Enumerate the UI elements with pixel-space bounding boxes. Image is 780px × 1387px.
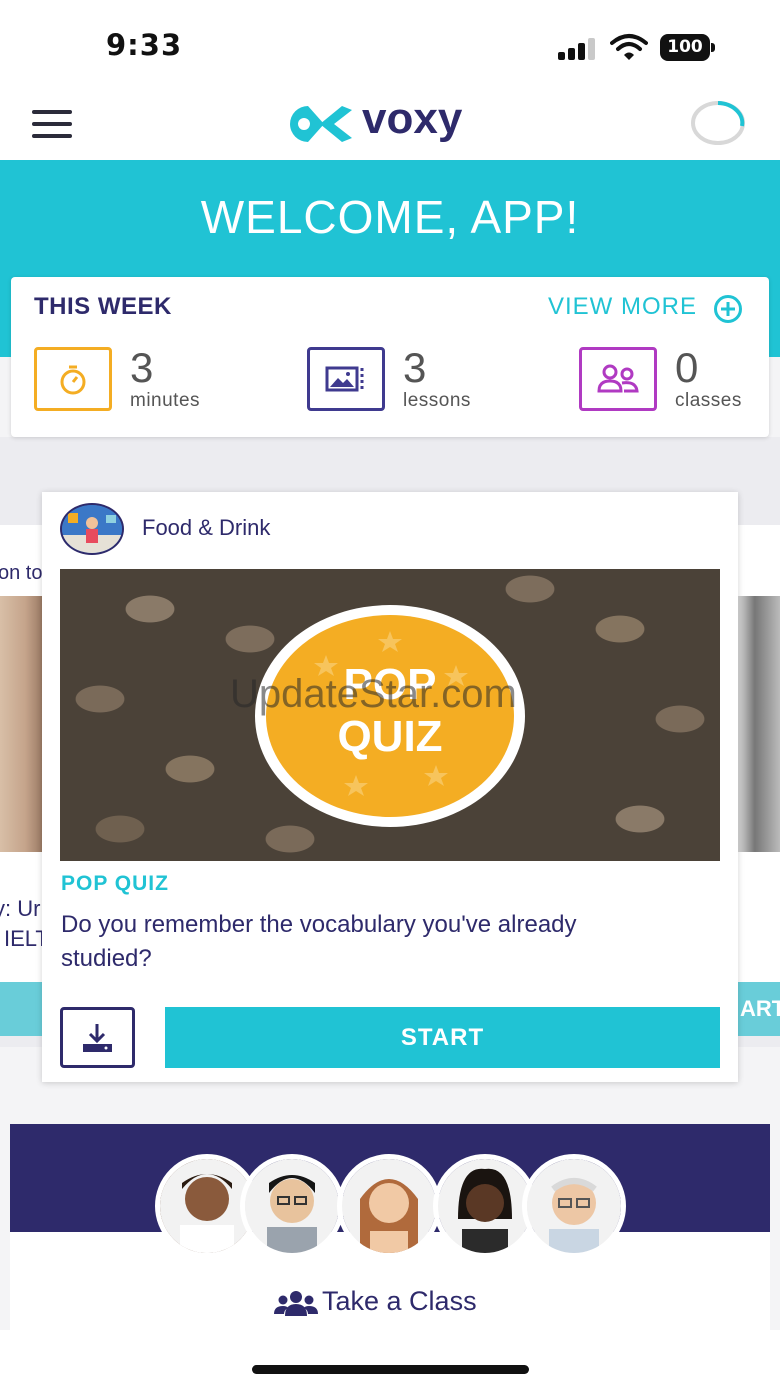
classes-count: 0: [675, 344, 699, 391]
previous-card-text: on to: [0, 562, 43, 584]
classes-label: classes: [675, 390, 742, 411]
tutor-avatar: [240, 1154, 344, 1258]
lessons-label: lessons: [403, 390, 471, 411]
minutes-label: minutes: [130, 390, 201, 411]
plus-circle-icon[interactable]: [713, 294, 743, 324]
start-button[interactable]: START: [165, 1007, 720, 1068]
download-icon: [83, 1024, 112, 1052]
lesson-type: POP QUIZ: [61, 872, 169, 895]
next-card-image: [738, 596, 780, 852]
status-time: 9:33: [106, 28, 183, 62]
topic-avatar: [60, 503, 124, 555]
stopwatch-icon: [34, 347, 112, 411]
lessons-count: 3: [403, 344, 427, 391]
progress-ring-icon[interactable]: [690, 100, 746, 146]
tutor-avatar: [337, 1154, 441, 1258]
this-week-title: THIS WEEK: [34, 293, 172, 320]
battery-level: 100: [660, 34, 710, 61]
topic-name: Food & Drink: [142, 515, 271, 540]
next-card-start-label: ART: [740, 996, 780, 1021]
group-icon: [274, 1291, 318, 1316]
photo-gallery-icon: [307, 347, 385, 411]
watermark: UpdateStar.com: [230, 672, 517, 716]
cellular-signal-icon: [558, 38, 600, 60]
people-icon: [579, 347, 657, 411]
download-button[interactable]: [60, 1007, 135, 1068]
voxy-logo: voxy: [284, 94, 504, 148]
bottom-safe-area: [0, 1330, 780, 1387]
take-a-class-link[interactable]: Take a Class: [274, 1286, 477, 1317]
next-card-start-button[interactable]: ART: [738, 982, 780, 1036]
minutes-count: 3: [130, 344, 154, 391]
logo-wordmark: voxy: [362, 94, 463, 143]
previous-card-start-button[interactable]: [0, 982, 42, 1036]
wifi-icon: [610, 33, 648, 61]
voxy-logo-icon: [290, 106, 352, 142]
lesson-description: Do you remember the vocabulary you've al…: [61, 911, 577, 972]
home-indicator[interactable]: [252, 1365, 529, 1374]
battery-icon: 100: [660, 34, 716, 61]
view-more-link[interactable]: VIEW MORE: [548, 293, 697, 321]
previous-card-title-line1: y: Ur: [0, 896, 41, 921]
welcome-heading: WELCOME, APP!: [200, 191, 580, 243]
tutor-avatar: [522, 1154, 626, 1258]
badge-quiz-text: QUIZ: [337, 712, 443, 761]
previous-card-image: [0, 596, 42, 852]
hamburger-menu-icon[interactable]: [32, 108, 72, 140]
take-a-class-label: Take a Class: [322, 1286, 477, 1316]
